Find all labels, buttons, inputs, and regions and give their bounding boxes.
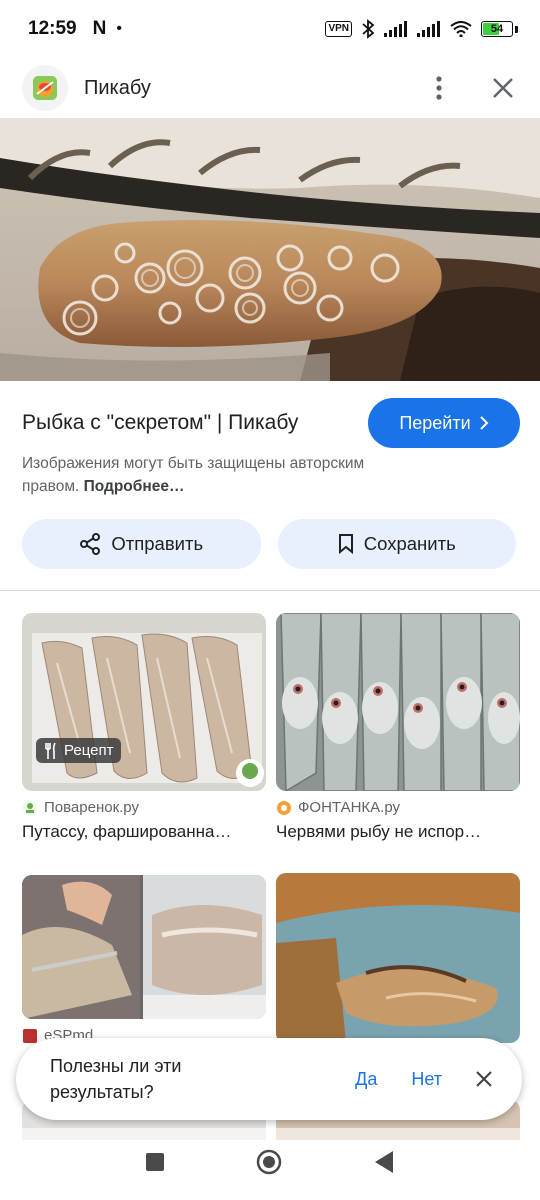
related-card[interactable]: eSPmd (22, 875, 266, 1044)
learn-more-link[interactable]: Подробнее… (84, 478, 185, 495)
page-title[interactable]: Рыбка с "секретом" | Пикабу (22, 411, 298, 435)
wifi-icon (450, 21, 472, 37)
more-options-button[interactable] (422, 71, 456, 105)
copyright-text: Изображения могут быть защищены авторски… (22, 455, 365, 495)
espmd-favicon (23, 1028, 37, 1043)
bookmark-icon (338, 534, 353, 554)
save-button[interactable]: Сохранить (277, 519, 516, 569)
visit-button[interactable]: Перейти (368, 398, 520, 448)
copyright-notice: Изображения могут быть защищены авторски… (22, 452, 422, 498)
feedback-yes-button[interactable]: Да (355, 1069, 377, 1090)
dried-fish-photo (276, 873, 520, 1043)
battery-level: 54 (490, 23, 504, 35)
related-card[interactable]: Рецепт Поваренок.ру Путассу, фаршированн… (22, 613, 266, 842)
related-image[interactable] (276, 613, 520, 791)
feedback-prompt: Полезны ли эти результаты? Да Нет (16, 1038, 522, 1120)
recipe-badge-label: Рецепт (64, 742, 114, 759)
card-caption[interactable]: Червями рыбу не испор… (276, 822, 520, 842)
card-caption[interactable]: Путассу, фаршированна… (22, 822, 266, 842)
triangle-back-icon (375, 1150, 393, 1173)
feedback-question: Полезны ли эти результаты? (50, 1056, 182, 1102)
save-label: Сохранить (363, 533, 456, 554)
source-name: Поваренок.ру (44, 799, 139, 816)
battery-icon: 54 (481, 21, 513, 37)
signal-icon-2 (417, 21, 440, 37)
preview-image[interactable] (0, 118, 540, 381)
card-source: Поваренок.ру (22, 799, 266, 816)
related-card[interactable] (276, 873, 520, 1043)
related-image[interactable] (22, 875, 266, 1019)
site-name[interactable]: Пикабу (84, 77, 151, 100)
vpn-badge: VPN (325, 21, 352, 37)
share-label: Отправить (111, 533, 204, 554)
related-card[interactable]: ФОНТАНКА.ру Червями рыбу не испор… (276, 613, 520, 842)
fish-heads-photo (276, 613, 520, 791)
home-button[interactable] (255, 1148, 283, 1181)
card-source: ФОНТАНКА.ру (276, 799, 520, 816)
close-icon (493, 78, 513, 98)
result-title-row: Рыбка с "секретом" | Пикабу Перейти (22, 398, 520, 448)
fish-cleaning-photo (22, 875, 266, 1019)
result-header: Пикабу (0, 58, 540, 118)
feedback-close-button[interactable] (476, 1071, 492, 1087)
related-image[interactable]: Рецепт (22, 613, 266, 791)
notification-n-icon: N (92, 18, 107, 39)
action-row: Отправить Сохранить (22, 519, 516, 569)
related-image[interactable] (276, 873, 520, 1043)
recents-button[interactable] (145, 1152, 165, 1177)
battery-tip (515, 25, 518, 33)
source-name: ФОНТАНКА.ру (298, 799, 400, 816)
fish-parasites-photo (0, 118, 540, 381)
share-button[interactable]: Отправить (22, 519, 261, 569)
status-bar: 12:59 N • VPN 54 (0, 0, 540, 58)
bluetooth-icon (362, 19, 375, 39)
chevron-right-icon (479, 416, 489, 430)
share-icon (80, 533, 101, 555)
recipe-badge: Рецепт (36, 738, 122, 763)
section-divider (0, 590, 540, 591)
pikabu-logo-icon (33, 76, 57, 100)
feedback-no-button[interactable]: Нет (411, 1069, 442, 1090)
visit-button-label: Перейти (399, 412, 471, 433)
close-button[interactable] (486, 71, 520, 105)
notification-dot: • (116, 20, 122, 37)
close-icon (476, 1071, 492, 1087)
square-icon (146, 1152, 164, 1171)
system-nav-bar (0, 1128, 540, 1200)
more-vertical-icon (436, 76, 442, 100)
back-button[interactable] (373, 1150, 395, 1179)
status-icons: VPN 54 (325, 19, 518, 39)
povarenok-favicon (23, 800, 37, 815)
cutlery-icon (45, 742, 56, 759)
site-logo[interactable] (22, 65, 68, 111)
fontanka-favicon (277, 800, 291, 815)
stuffed-fish-photo (22, 613, 266, 791)
signal-icon (384, 21, 407, 37)
status-time: 12:59 (28, 18, 77, 39)
circle-icon (256, 1149, 282, 1174)
